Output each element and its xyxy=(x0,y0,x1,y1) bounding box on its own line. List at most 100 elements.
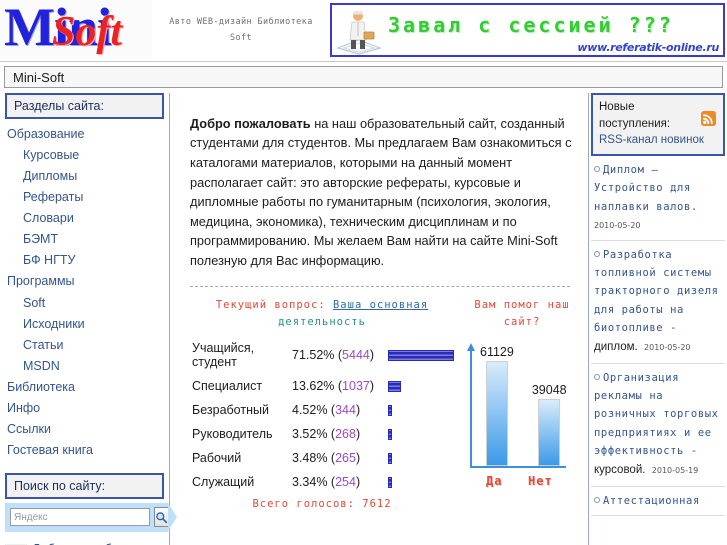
welcome-paragraph: Добро пожаловать на наш образовательный … xyxy=(180,106,580,271)
news-sidebar: Новые поступления: RSS-канал новинок Дип… xyxy=(589,93,727,545)
page-root: Mini Soft Авто WEB-дизайн Библиотека Sof… xyxy=(0,0,727,545)
poll-question: Текущий вопрос: Ваша основная деятельнос… xyxy=(186,293,458,337)
chart-category-yes: Да xyxy=(486,474,503,489)
chart-bar-no: 39048 xyxy=(531,383,567,467)
bullet-icon xyxy=(594,496,600,503)
page-title: Mini-Soft xyxy=(13,69,65,85)
banner-headline: Завал с сессией ??? xyxy=(388,13,674,37)
chart-bar-rect xyxy=(538,399,561,467)
main-columns: Разделы сайта: Образование Курсовые Дипл… xyxy=(0,93,727,545)
slogan-line-1: Авто WEB-дизайн Библиотека xyxy=(169,17,313,27)
list-item: Организация рекламы на розничных торговы… xyxy=(591,364,725,487)
slogan-line-2: Soft xyxy=(229,33,253,44)
sidebar-item-kursovye[interactable]: Курсовые xyxy=(5,144,164,165)
poll-total-votes: Всего голосов: 7612 xyxy=(186,494,458,513)
left-sidebar: Разделы сайта: Образование Курсовые Дипл… xyxy=(0,93,177,545)
sidebar-item-bf-ngtu[interactable]: БФ НГТУ xyxy=(5,250,164,271)
poll-and-chart-area: Текущий вопрос: Ваша основная деятельнос… xyxy=(180,293,580,513)
poll-bar-cell xyxy=(386,422,458,446)
sidebar-item-ssylki[interactable]: Ссылки xyxy=(5,419,164,440)
sidebar-item-msdn[interactable]: MSDN xyxy=(5,355,164,376)
sidebar-item-diplomy[interactable]: Дипломы xyxy=(5,165,164,186)
welcome-body: на наш образовательный сайт, созданный с… xyxy=(190,115,572,268)
chart-value-label: 39048 xyxy=(531,383,567,398)
rss-icon[interactable] xyxy=(701,111,716,126)
poll-count: 268 xyxy=(335,427,356,442)
search-input[interactable] xyxy=(10,508,150,526)
news-item-date: 2010-05-19 xyxy=(651,466,699,476)
poll-bar xyxy=(388,452,392,464)
poll-bar xyxy=(388,349,454,361)
sidebar-item-ishodniki[interactable]: Исходники xyxy=(5,313,164,334)
banner-url: www.referatik-online.ru xyxy=(577,41,719,54)
chart-bars-group: 61129 39048 xyxy=(480,345,567,467)
sidebar-item-referaty[interactable]: Рефераты xyxy=(5,186,164,207)
poll-bar-cell xyxy=(386,470,458,494)
search-icon xyxy=(156,511,168,523)
poll-option-label: Рабочий xyxy=(192,451,242,466)
site-logo[interactable]: Mini Soft xyxy=(0,0,152,58)
poll-count: 344 xyxy=(335,403,356,418)
poll-percent: 71.52% xyxy=(292,348,335,363)
poll-bar-cell xyxy=(386,398,458,422)
sidebar-item-biblioteka[interactable]: Библиотека xyxy=(5,377,164,398)
sidebar-item-obrazovanie[interactable]: Образование xyxy=(5,123,164,144)
bullet-icon xyxy=(594,250,600,257)
content-divider xyxy=(190,286,570,288)
main-content: Добро пожаловать на наш образовательный … xyxy=(170,93,589,545)
news-item-title[interactable]: Организация рекламы на розничных торговы… xyxy=(594,372,719,458)
poll-option-label: Руководитель xyxy=(192,427,273,442)
poll-bar xyxy=(388,428,392,440)
news-item-title[interactable]: Аттестационная xyxy=(603,495,700,507)
poll-option-label: Безработный xyxy=(192,403,269,418)
ad-banner[interactable]: Завал с сессией ??? www.referatik-online… xyxy=(330,3,725,57)
poll-bar-cell xyxy=(386,374,458,398)
list-item: Ссылки xyxy=(5,419,164,440)
table-row: Специалист 13.62% (1037) xyxy=(186,374,458,398)
sidebar-item-programmy[interactable]: Программы xyxy=(5,271,164,292)
poll-count: 1037 xyxy=(342,379,370,394)
sidebar-item-bemt[interactable]: БЭМТ xyxy=(5,229,164,250)
sidebar-heading: Разделы сайта: xyxy=(5,93,164,119)
news-item-kind: диплом. xyxy=(594,341,638,354)
poll-question-link[interactable]: Ваша основная xyxy=(333,299,428,311)
poll-question-tail: деятельность xyxy=(278,316,366,329)
poll-option-stat: 71.52% (5444) xyxy=(292,348,375,363)
poll-count: 254 xyxy=(335,475,356,490)
rss-feed-link[interactable]: RSS-канал новинок xyxy=(599,132,717,149)
list-item: Словари xyxy=(5,208,164,229)
chart-x-axis xyxy=(470,466,566,469)
table-row: Рабочий 3.48% (265) xyxy=(186,446,458,470)
search-button[interactable] xyxy=(154,507,169,527)
site-header: Mini Soft Авто WEB-дизайн Библиотека Sof… xyxy=(0,0,727,62)
poll-results-table: Учащийся, студент 71.52% (5444) Специали… xyxy=(186,336,458,494)
chart-bar-yes: 61129 xyxy=(480,345,514,467)
table-row: Руководитель 3.52% (268) xyxy=(186,422,458,446)
poll-option-stat: 4.52% (344) xyxy=(292,403,361,418)
news-item-title[interactable]: Диплом – Устройство для наплавки валов. xyxy=(594,164,698,213)
sidebar-item-soft[interactable]: Soft xyxy=(5,292,164,313)
poll-option-stat: 13.62% (1037) xyxy=(292,379,375,394)
sidebar-item-stati[interactable]: Статьи xyxy=(5,334,164,355)
list-item: Программы xyxy=(5,271,164,292)
poll-option-label: Учащийся, студент xyxy=(192,341,255,370)
sidebar-item-gostevaya[interactable]: Гостевая книга xyxy=(5,440,164,461)
welcome-lead: Добро пожаловать xyxy=(190,115,311,131)
businessman-icon xyxy=(336,11,382,55)
news-item-kind: курсовой. xyxy=(594,464,646,477)
page-title-bar: Mini-Soft xyxy=(4,66,723,88)
news-item-title[interactable]: Разработка топливной системы тракторного… xyxy=(594,249,719,335)
search-heading: Поиск по сайту: xyxy=(5,473,164,499)
bullet-icon xyxy=(594,166,600,173)
chart-value-label: 61129 xyxy=(480,345,514,360)
list-item: MSDN xyxy=(5,355,164,376)
sidebar-item-info[interactable]: Инфо xyxy=(5,398,164,419)
poll-count: 5444 xyxy=(342,348,370,363)
poll-percent: 3.48% xyxy=(292,451,328,466)
sidebar-item-slovari[interactable]: Словари xyxy=(5,208,164,229)
poll-count: 265 xyxy=(335,451,356,466)
poll-option-label: Служащий xyxy=(192,475,255,490)
news-heading-line-2: поступления: xyxy=(599,117,671,130)
poll-bar-cell xyxy=(386,336,458,374)
poll-option-stat: 3.52% (268) xyxy=(292,427,361,442)
